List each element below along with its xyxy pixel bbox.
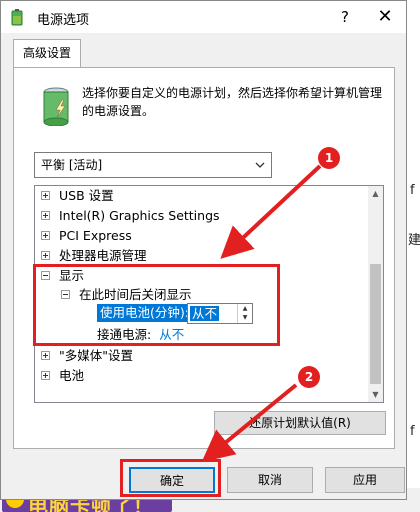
background-text: f (410, 424, 415, 439)
tree-item-label: USB 设置 (59, 188, 114, 203)
battery-plug-icon (11, 9, 23, 26)
step-badge-1: 1 (318, 147, 340, 169)
expand-icon[interactable] (41, 371, 50, 380)
title-bar: 电源选项 ? ✕ (1, 1, 406, 33)
expand-icon[interactable] (41, 211, 50, 220)
scroll-up-icon[interactable]: ▲ (368, 186, 383, 201)
tree-item-label: PCI Express (59, 228, 132, 243)
battery-icon (43, 87, 69, 126)
power-options-dialog: 电源选项 ? ✕ 高级设置 选择你要自定义的电源计划，然后选择你希望计算机管理的… (0, 0, 407, 500)
highlight-box-ok-button (120, 459, 221, 497)
tree-item-label: "多媒体"设置 (59, 348, 133, 363)
help-button[interactable]: ? (325, 3, 365, 31)
scrollbar-thumb[interactable] (370, 264, 381, 384)
restore-defaults-button[interactable]: 还原计划默认值(R) (214, 411, 386, 435)
power-plan-value: 平衡 [活动] (41, 158, 103, 172)
expand-icon[interactable] (41, 231, 50, 240)
step-badge-2: 2 (298, 366, 320, 388)
highlight-box-display-settings (33, 264, 280, 346)
expand-icon[interactable] (41, 251, 50, 260)
close-button[interactable]: ✕ (365, 3, 405, 31)
tree-scrollbar[interactable]: ▲ ▼ (368, 186, 383, 402)
tree-item-label: 处理器电源管理 (59, 248, 147, 263)
scroll-down-icon[interactable]: ▼ (368, 387, 383, 402)
cancel-button[interactable]: 取消 (227, 467, 313, 493)
expand-icon[interactable] (41, 191, 50, 200)
power-plan-select[interactable]: 平衡 [活动] (34, 152, 272, 178)
dialog-title: 电源选项 (37, 13, 90, 28)
background-text: 建 (408, 233, 420, 248)
chevron-down-icon (255, 162, 265, 168)
apply-button[interactable]: 应用 (325, 467, 405, 493)
expand-icon[interactable] (41, 351, 50, 360)
tree-item-label: 电池 (59, 368, 85, 383)
background-text: f (410, 183, 415, 198)
tab-advanced-settings[interactable]: 高级设置 (13, 39, 81, 67)
description-text: 选择你要自定义的电源计划，然后选择你希望计算机管理的电源设置。 (82, 86, 383, 118)
tree-item-label: Intel(R) Graphics Settings (59, 208, 220, 223)
advanced-settings-panel: 选择你要自定义的电源计划，然后选择你希望计算机管理的电源设置。 平衡 [活动] … (13, 67, 395, 449)
